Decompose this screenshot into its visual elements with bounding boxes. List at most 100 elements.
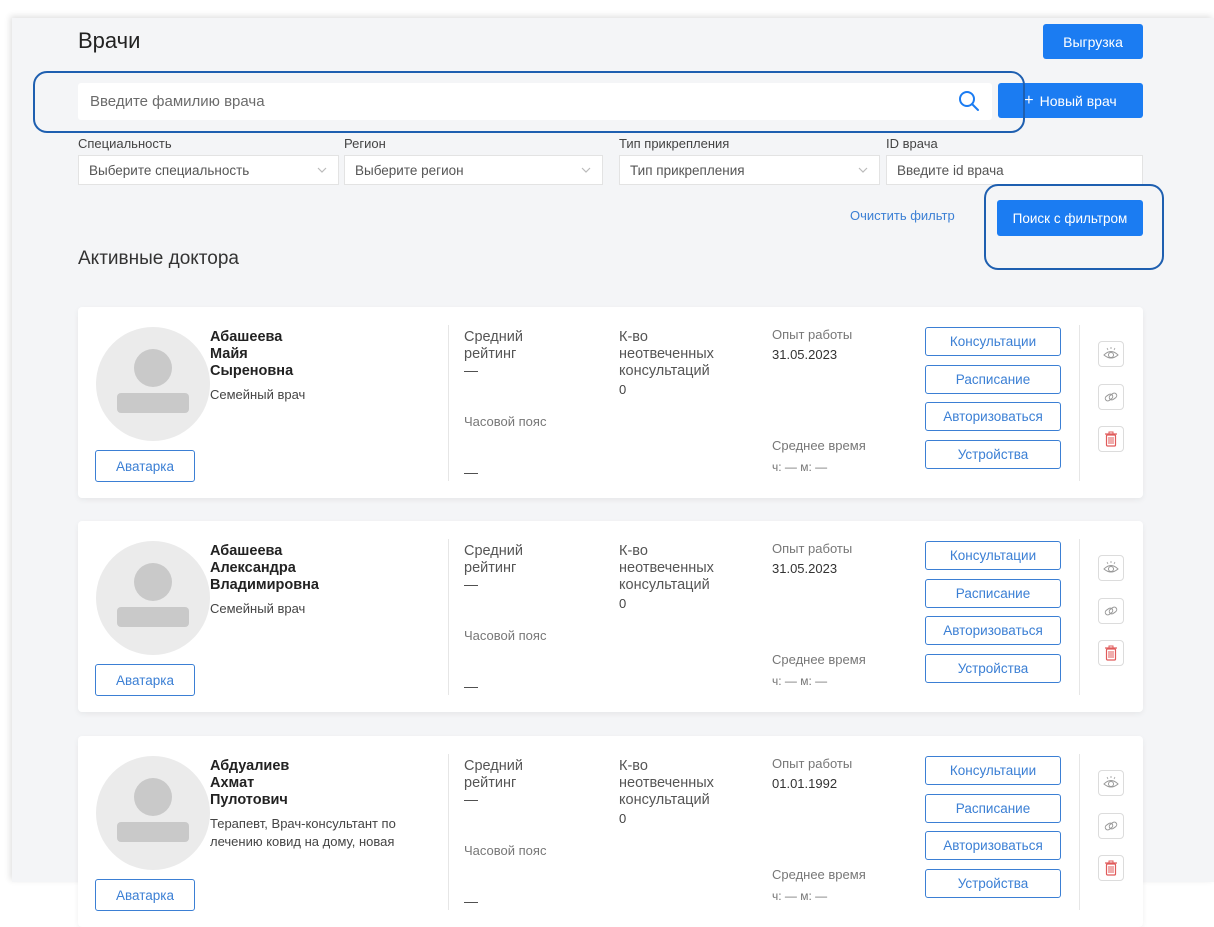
section-title: Активные доктора xyxy=(78,248,239,269)
eye-icon xyxy=(1103,347,1119,359)
doctor-id-label: ID врача xyxy=(886,136,938,151)
timezone-label: Часовой пояс xyxy=(464,843,547,858)
attachment-type-select-value: Тип прикрепления xyxy=(630,162,745,178)
timezone-value: — xyxy=(464,678,478,694)
doctor-first-name: Ахмат xyxy=(210,775,255,791)
doctors-page: Врачи Выгрузка + Новый врач Специальност… xyxy=(12,18,1214,927)
specialty-select[interactable]: Выберите специальность xyxy=(78,155,339,185)
timezone-value: — xyxy=(464,893,478,909)
view-button[interactable] xyxy=(1098,341,1124,367)
experience-label: Опыт работы xyxy=(772,327,853,342)
doctor-id-input[interactable]: Введите id врача xyxy=(886,155,1143,185)
new-doctor-button[interactable]: + Новый врач xyxy=(998,83,1143,118)
chevron-down-icon xyxy=(317,167,327,173)
avatar-body-icon xyxy=(117,393,189,413)
doctor-patronymic: Пулотович xyxy=(210,792,288,808)
link-icon xyxy=(1104,392,1118,402)
authorize-button[interactable]: Авторизоваться xyxy=(925,402,1061,431)
consultations-button[interactable]: Консультации xyxy=(925,756,1061,785)
trash-icon xyxy=(1105,860,1117,876)
avatar xyxy=(96,327,210,441)
doctor-name: Абашеева Александра Владимировна xyxy=(210,543,440,594)
timezone-label: Часовой пояс xyxy=(464,414,547,429)
link-button[interactable] xyxy=(1098,598,1124,624)
doctor-id-placeholder: Введите id врача xyxy=(897,162,1004,178)
devices-button[interactable]: Устройства xyxy=(925,440,1061,469)
avatar-button[interactable]: Аватарка xyxy=(95,879,195,911)
avg-rating-label-line2: рейтинг xyxy=(464,775,517,791)
search-input[interactable] xyxy=(78,83,938,120)
view-button[interactable] xyxy=(1098,555,1124,581)
delete-button[interactable] xyxy=(1098,426,1124,452)
consultations-button[interactable]: Консультации xyxy=(925,327,1061,356)
doctor-last-name: Абдуалиев xyxy=(210,758,290,774)
schedule-button[interactable]: Расписание xyxy=(925,365,1061,394)
doctor-name: Абдуалиев Ахмат Пулотович xyxy=(210,758,440,809)
devices-button[interactable]: Устройства xyxy=(925,654,1061,683)
chevron-down-icon xyxy=(581,167,591,173)
avg-rating-label: Средний рейтинг xyxy=(464,543,523,577)
avg-rating-label-line2: рейтинг xyxy=(464,560,517,576)
search-icon[interactable] xyxy=(958,90,980,112)
experience-label: Опыт работы xyxy=(772,541,853,556)
avatar-head-icon xyxy=(134,563,172,601)
unanswered-label-line1: К-во xyxy=(619,543,648,559)
unanswered-label-line2: неотвеченных xyxy=(619,775,714,791)
attachment-type-select[interactable]: Тип прикрепления xyxy=(619,155,880,185)
eye-icon xyxy=(1103,561,1119,573)
doctor-card: Аватарка Абашеева Александра Владимировн… xyxy=(78,521,1143,712)
authorize-button[interactable]: Авторизоваться xyxy=(925,616,1061,645)
experience-date: 31.05.2023 xyxy=(772,347,838,362)
unanswered-value: 0 xyxy=(619,382,627,397)
avg-time-value: ч: — м: — xyxy=(772,889,828,903)
doctor-patronymic: Сыреновна xyxy=(210,363,294,379)
view-button[interactable] xyxy=(1098,770,1124,796)
divider xyxy=(448,539,449,695)
delete-button[interactable] xyxy=(1098,640,1124,666)
link-button[interactable] xyxy=(1098,813,1124,839)
clear-filter-link[interactable]: Очистить фильтр xyxy=(850,208,955,223)
doctor-card: Аватарка Абашеева Майя Сыреновна Семейны… xyxy=(78,307,1143,498)
avatar-head-icon xyxy=(134,349,172,387)
divider xyxy=(1079,754,1080,910)
search-with-filter-button[interactable]: Поиск с фильтром xyxy=(997,200,1143,236)
doctor-patronymic: Владимировна xyxy=(210,577,319,593)
timezone-value: — xyxy=(464,464,478,480)
doctor-specialty: Терапевт, Врач-консультант по лечению ко… xyxy=(210,816,396,849)
consultations-button[interactable]: Консультации xyxy=(925,541,1061,570)
avatar-head-icon xyxy=(134,778,172,816)
unanswered-value: 0 xyxy=(619,811,627,826)
doctor-last-name: Абашеева xyxy=(210,543,283,559)
schedule-button[interactable]: Расписание xyxy=(925,794,1061,823)
timezone-label: Часовой пояс xyxy=(464,628,547,643)
avg-rating-value: — xyxy=(464,576,478,592)
avg-time-value: ч: — м: — xyxy=(772,460,828,474)
experience-date: 31.05.2023 xyxy=(772,561,838,576)
doctor-last-name: Абашеева xyxy=(210,329,283,345)
delete-button[interactable] xyxy=(1098,855,1124,881)
specialty-select-value: Выберите специальность xyxy=(89,162,250,178)
doctor-specialty: Семейный врач xyxy=(210,601,306,616)
unanswered-label: К-во неотвеченных консультаций xyxy=(619,543,714,594)
unanswered-label: К-во неотвеченных консультаций xyxy=(619,329,714,380)
region-select[interactable]: Выберите регион xyxy=(344,155,603,185)
new-doctor-label: Новый врач xyxy=(1039,92,1117,109)
avg-time-label: Среднее время xyxy=(772,867,866,882)
link-icon xyxy=(1104,821,1118,831)
avatar-button[interactable]: Аватарка xyxy=(95,450,195,482)
doctor-name: Абашеева Майя Сыреновна xyxy=(210,329,440,380)
attachment-type-label: Тип прикрепления xyxy=(619,136,730,151)
avatar-body-icon xyxy=(117,607,189,627)
export-button[interactable]: Выгрузка xyxy=(1043,24,1143,59)
avg-time-label: Среднее время xyxy=(772,652,866,667)
avg-time-label: Среднее время xyxy=(772,438,866,453)
link-button[interactable] xyxy=(1098,384,1124,410)
trash-icon xyxy=(1105,431,1117,447)
divider xyxy=(448,754,449,910)
avatar-button[interactable]: Аватарка xyxy=(95,664,195,696)
avg-rating-label-line1: Средний xyxy=(464,758,523,774)
authorize-button[interactable]: Авторизоваться xyxy=(925,831,1061,860)
devices-button[interactable]: Устройства xyxy=(925,869,1061,898)
schedule-button[interactable]: Расписание xyxy=(925,579,1061,608)
unanswered-label-line3: консультаций xyxy=(619,363,710,379)
